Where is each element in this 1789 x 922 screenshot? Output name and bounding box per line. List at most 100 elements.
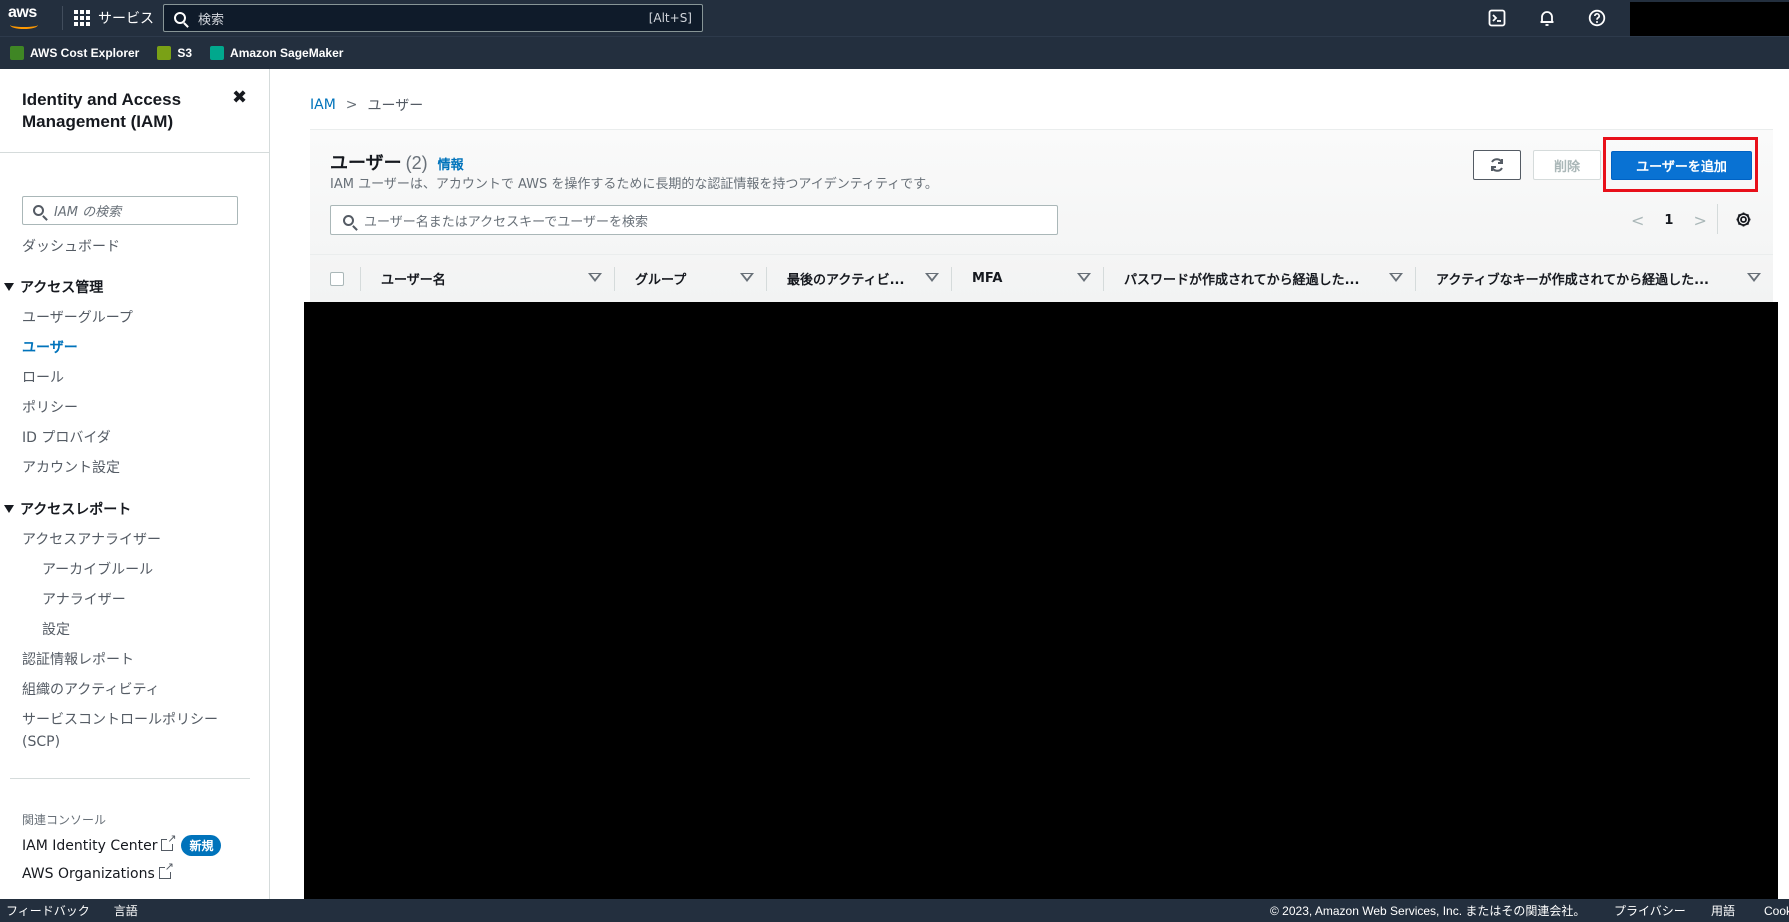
help-icon[interactable] (1588, 9, 1606, 27)
sidebar-item-policies[interactable]: ポリシー (22, 397, 78, 417)
sort-icon (1747, 272, 1761, 282)
page-number[interactable]: 1 (1664, 213, 1673, 228)
chevron-right-icon[interactable]: > (1693, 211, 1706, 230)
identity-center-label: IAM Identity Center (22, 838, 158, 854)
favorite-label: S3 (177, 46, 193, 60)
refresh-button[interactable] (1473, 150, 1521, 180)
sidebar-item-analyzer-settings[interactable]: 設定 (42, 619, 70, 639)
pager-divider (1717, 204, 1718, 234)
aws-smile-icon (10, 21, 38, 29)
sidebar-item-users[interactable]: ユーザー (22, 337, 78, 357)
s3-icon (157, 46, 172, 60)
sidebar-search-input[interactable]: IAM の検索 (22, 196, 238, 225)
sort-icon (925, 272, 939, 282)
search-icon (33, 205, 44, 216)
sidebar-item-dashboard[interactable]: ダッシュボード (22, 236, 120, 256)
global-search-input[interactable]: 検索 [Alt+S] (163, 4, 703, 32)
user-search-input[interactable]: ユーザー名またはアクセスキーでユーザーを検索 (330, 205, 1058, 235)
privacy-link[interactable]: プライバシー (1614, 902, 1686, 919)
search-icon (343, 214, 354, 226)
column-label: ユーザー名 (381, 273, 446, 288)
users-count: (2) (405, 153, 428, 173)
sidebar-item-user-groups[interactable]: ユーザーグループ (22, 307, 133, 327)
external-link-icon (158, 861, 174, 879)
sidebar-item-account-settings[interactable]: アカウント設定 (22, 457, 120, 477)
sort-icon (740, 272, 754, 282)
terms-link[interactable]: 用語 (1711, 902, 1735, 919)
favorite-cost-explorer[interactable]: AWS Cost Explorer (10, 46, 139, 60)
sort-icon (588, 272, 602, 282)
sidebar-section-access-management[interactable]: アクセス管理 (4, 277, 103, 297)
users-title: ユーザー (330, 153, 402, 173)
nav-divider (62, 6, 63, 30)
grid-icon (74, 10, 90, 26)
aws-logo-text: aws (8, 4, 37, 21)
feedback-link[interactable]: フィードバック (6, 902, 90, 919)
column-header-access-key-age[interactable]: アクティブなキーが作成されてから経過した... (1415, 266, 1773, 291)
sidebar-link-identity-center[interactable]: IAM Identity Center 新規 (22, 833, 222, 856)
external-link-icon (161, 833, 177, 851)
sidebar-item-roles[interactable]: ロール (22, 367, 64, 387)
chevron-left-icon[interactable]: < (1631, 211, 1644, 230)
sidebar-item-identity-providers[interactable]: ID プロバイダ (22, 427, 111, 447)
column-header-password-age[interactable]: パスワードが作成されてから経過した... (1103, 266, 1415, 291)
services-label: サービス (98, 11, 154, 27)
sidebar-item-credential-report[interactable]: 認証情報レポート (22, 649, 134, 669)
column-header-mfa[interactable]: MFA (951, 266, 1103, 291)
favorite-label: Amazon SageMaker (230, 46, 344, 60)
info-link[interactable]: 情報 (438, 157, 464, 172)
cloudshell-icon[interactable] (1488, 9, 1506, 27)
column-label: グループ (635, 273, 687, 288)
sidebar-item-analyzers[interactable]: アナライザー (42, 589, 126, 609)
breadcrumb-current: ユーザー (367, 98, 424, 114)
services-menu-button[interactable]: サービス (74, 8, 154, 28)
language-link[interactable]: 言語 (114, 902, 138, 919)
column-header-username[interactable]: ユーザー名 (360, 266, 614, 291)
page-title: ユーザー (2) 情報 (330, 149, 464, 175)
table-header: ユーザー名 グループ 最後のアクティビ... MFA パスワードが作成されてから… (310, 254, 1773, 302)
column-header-last-activity[interactable]: 最後のアクティビ... (766, 266, 951, 291)
related-consoles-label: 関連コンソール (22, 813, 107, 827)
sidebar-divider (10, 778, 250, 779)
aws-logo[interactable]: aws (8, 5, 42, 31)
sidebar-item-access-analyzer[interactable]: アクセスアナライザー (22, 529, 161, 549)
organizations-label: AWS Organizations (22, 866, 155, 882)
sidebar-item-organization-activity[interactable]: 組織のアクティビティ (22, 679, 160, 699)
redacted-table-body (304, 302, 1778, 899)
sagemaker-icon (210, 46, 225, 60)
delete-button[interactable]: 削除 (1533, 150, 1601, 180)
sidebar: Identity and Access Management (IAM) ✖ I… (0, 69, 270, 899)
breadcrumb-iam-link[interactable]: IAM (310, 97, 336, 113)
favorite-sagemaker[interactable]: Amazon SageMaker (210, 46, 343, 60)
column-header-groups[interactable]: グループ (614, 266, 766, 291)
sort-icon (1389, 272, 1403, 282)
sidebar-item-scp[interactable]: サービスコントロールポリシー (SCP) (22, 709, 222, 753)
users-table-panel: ユーザー (2) 情報 IAM ユーザーは、アカウントで AWS を操作するために長… (310, 129, 1773, 302)
search-shortcut-hint: [Alt+S] (648, 11, 692, 25)
panel-description: IAM ユーザーは、アカウントで AWS を操作するために長期的な認証情報を持つ… (330, 177, 938, 192)
favorite-label: AWS Cost Explorer (30, 46, 140, 60)
gear-icon[interactable] (1735, 211, 1752, 233)
refresh-icon (1491, 158, 1503, 172)
add-user-button[interactable]: ユーザーを追加 (1611, 151, 1752, 180)
sort-icon (1077, 272, 1091, 282)
sidebar-section-access-reports[interactable]: アクセスレポート (4, 499, 131, 519)
search-icon (174, 12, 186, 24)
bell-icon[interactable] (1538, 9, 1556, 27)
top-navigation: aws サービス 検索 [Alt+S] (0, 0, 1789, 38)
section-label: アクセスレポート (20, 502, 132, 518)
sidebar-search-placeholder: IAM の検索 (54, 205, 122, 220)
chevron-right-icon: > (345, 97, 358, 113)
sidebar-link-organizations[interactable]: AWS Organizations (22, 861, 174, 882)
favorite-s3[interactable]: S3 (157, 46, 192, 60)
select-all-checkbox[interactable] (330, 271, 344, 286)
section-label: アクセス管理 (20, 280, 104, 296)
redacted-account-menu[interactable] (1630, 2, 1789, 38)
user-search-placeholder: ユーザー名またはアクセスキーでユーザーを検索 (364, 214, 649, 230)
sidebar-divider (0, 152, 270, 153)
cookie-link[interactable]: Cookie (1764, 904, 1789, 918)
footer: フィードバック 言語 © 2023, Amazon Web Services, … (0, 899, 1789, 922)
column-label: アクティブなキーが作成されてから経過した... (1436, 273, 1709, 288)
sidebar-item-archive-rules[interactable]: アーカイブルール (42, 559, 153, 579)
close-icon[interactable]: ✖ (232, 87, 247, 108)
